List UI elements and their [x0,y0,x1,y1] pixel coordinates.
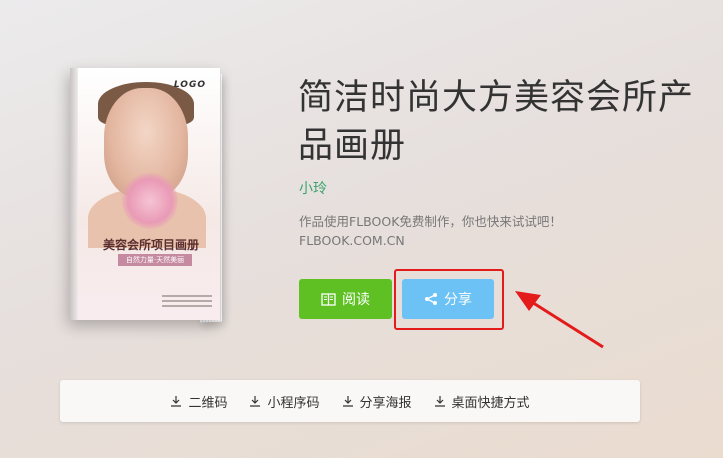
cover-lily-flower [122,173,178,229]
book-icon [321,292,336,306]
bar-item-label: 桌面快捷方式 [451,395,530,411]
qrcode-download[interactable]: 二维码 [170,392,227,411]
cover-title: 美容会所项目画册 [102,238,199,252]
cover-subtitle: 自然力量·天然美丽 [118,254,192,266]
book-cover-image[interactable]: LOGO 美容会所项目画册 自然力量·天然美丽 [60,68,250,328]
download-icon [434,396,445,407]
share-highlight-box [394,269,504,330]
bottom-action-bar: 二维码 小程序码 分享海报 桌面快捷方式 [60,380,640,422]
share-poster-download[interactable]: 分享海报 [342,392,412,411]
annotation-arrow-icon [515,291,604,349]
bar-item-label: 分享海报 [359,395,412,411]
author-link[interactable]: 小玲 [299,178,327,198]
book-spine [70,68,78,320]
book-description: 作品使用FLBOOK免费制作，你也快来试试吧！ FLBOOK.COM.CN [299,212,562,250]
read-button[interactable]: 阅读 [299,279,392,319]
desktop-shortcut-download[interactable]: 桌面快捷方式 [434,392,530,411]
site-url: FLBOOK.COM.CN [299,233,405,248]
description-line: 作品使用FLBOOK免费制作，你也快来试试吧！ [299,214,562,229]
download-icon [250,396,261,407]
read-button-label: 阅读 [342,292,370,308]
download-icon [342,396,353,407]
bar-item-label: 小程序码 [267,395,320,411]
book-title: 简洁时尚大方美容会所产品画册 [298,78,695,166]
cover-footer-text [162,292,212,307]
download-icon [171,396,182,407]
miniprogram-code-download[interactable]: 小程序码 [249,392,320,411]
book-cover: LOGO 美容会所项目画册 自然力量·天然美丽 [70,68,220,320]
cover-logo: LOGO [173,80,206,90]
bar-item-label: 二维码 [188,395,228,411]
